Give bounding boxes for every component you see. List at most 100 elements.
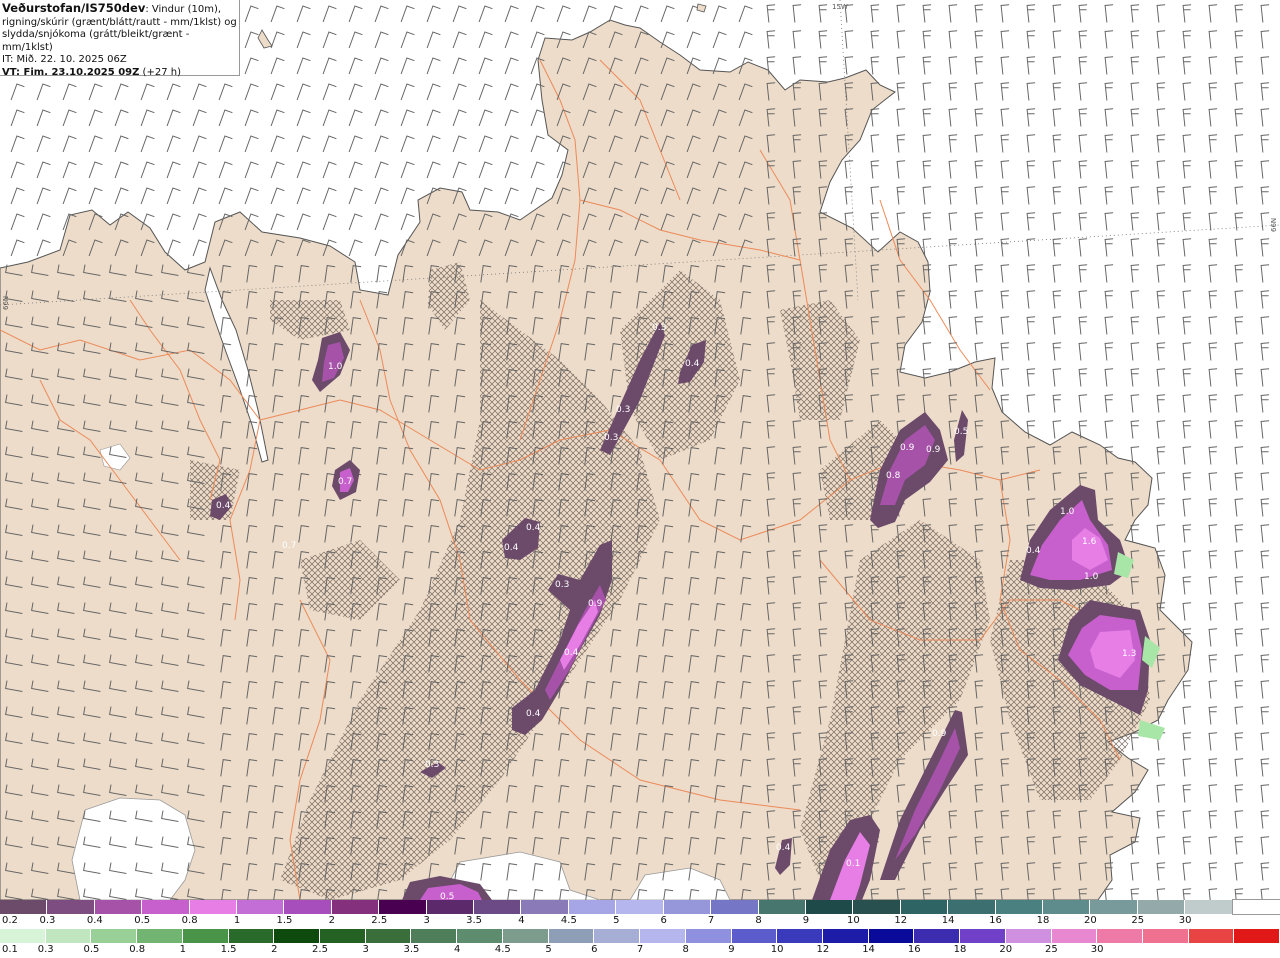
legend-label: 1 bbox=[233, 915, 241, 926]
legend-label: 4 bbox=[518, 915, 525, 926]
legend-swatch bbox=[640, 929, 686, 943]
legend-swatch bbox=[1137, 900, 1186, 914]
map-subtitle-line2: rigning/skúrir (grænt/blátt/rautt - mm/1… bbox=[2, 16, 237, 28]
precip-label: 0.5 bbox=[440, 892, 454, 900]
precip-label: 1.0 bbox=[328, 362, 343, 372]
legend-swatch bbox=[521, 900, 569, 914]
legend-swatch bbox=[711, 900, 759, 914]
legend-label: 3 bbox=[423, 915, 430, 926]
precip-label: 0.7 bbox=[282, 541, 296, 551]
glacier-southwest bbox=[71, 797, 196, 900]
precip-label: 0.1 bbox=[846, 859, 860, 869]
legend-label: 2 bbox=[328, 915, 336, 926]
legend-label: 25 bbox=[1045, 944, 1058, 955]
legend-swatch bbox=[331, 900, 380, 914]
legend-swatch bbox=[0, 929, 46, 943]
precip-label: 0.3 bbox=[652, 323, 666, 333]
legend-label: 16 bbox=[907, 944, 921, 955]
legend-swatch bbox=[777, 929, 823, 943]
legend-swatch bbox=[94, 900, 143, 914]
legend-swatch bbox=[1188, 929, 1235, 943]
legend-swatch bbox=[474, 900, 522, 914]
precip-label: 0.5 bbox=[954, 427, 968, 437]
precip-label: 1.0 bbox=[1060, 507, 1075, 517]
legend-swatch bbox=[948, 900, 996, 914]
legend-labels: 0.1 0.3 0.5 0.8 1 1.5 2 2.5 3 3.5 4 4.5 5 6 7 8 9 10 12 14 1… bbox=[0, 943, 1280, 957]
legend-swatch bbox=[189, 900, 238, 914]
legend-label: 0.8 bbox=[129, 944, 146, 955]
legend-label: 7 bbox=[707, 915, 715, 926]
legend-swatch bbox=[1042, 900, 1091, 914]
legend-label: 4.5 bbox=[560, 915, 577, 926]
legend-swatches bbox=[0, 929, 1280, 943]
legend-label: 9 bbox=[802, 915, 810, 926]
legend-label: 0.8 bbox=[181, 915, 198, 926]
legend-label: 9 bbox=[728, 944, 735, 955]
valid-time: VT: Fim. 23.10.2025 09Z bbox=[2, 66, 140, 78]
legend-swatch bbox=[995, 900, 1043, 914]
legend-label: 0.5 bbox=[134, 915, 151, 926]
legend-swatch bbox=[1234, 929, 1280, 943]
legend-swatch bbox=[1097, 929, 1143, 943]
legend-label: 5 bbox=[545, 944, 552, 955]
legend-label: 4 bbox=[453, 944, 461, 955]
legend-label: 5 bbox=[613, 915, 620, 926]
legend-label: 2.5 bbox=[371, 915, 388, 926]
lat-label-right: 66N bbox=[1270, 218, 1278, 232]
precip-label: 0.7 bbox=[338, 477, 352, 487]
legend-swatch bbox=[1051, 929, 1098, 943]
precip-label: 0.4 bbox=[776, 843, 791, 853]
legend-labels: 0.2 0.3 0.4 0.5 0.8 1 1.5 2 2.5 3 3.5 4 4.5 5 6 7 8 9 10 12… bbox=[0, 914, 1280, 928]
legend-swatch bbox=[228, 929, 275, 943]
legend-swatch bbox=[237, 900, 285, 914]
legend-label: 10 bbox=[770, 944, 784, 955]
precip-label: 0.3 bbox=[604, 433, 618, 443]
legend-label: 18 bbox=[1036, 915, 1050, 926]
legend-label: 0.4 bbox=[86, 915, 103, 926]
precip-label: 0.9 bbox=[932, 729, 947, 739]
precip-label: 1.0 bbox=[1084, 572, 1099, 582]
precip-label: 0.9 bbox=[926, 445, 941, 455]
legend-label: 30 bbox=[1178, 915, 1192, 926]
legend-swatch bbox=[1142, 929, 1189, 943]
precip-label: 0.3 bbox=[425, 760, 439, 770]
legend-label: 20 bbox=[999, 944, 1013, 955]
map-subtitle-line3: slydda/snjókoma (grátt/bleikt/grænt - mm… bbox=[2, 29, 190, 53]
legend-swatch bbox=[960, 929, 1006, 943]
legend-label: 12 bbox=[894, 915, 908, 926]
legend-label: 14 bbox=[862, 944, 875, 955]
legend-label: 1.5 bbox=[276, 915, 293, 926]
legend-swatch bbox=[1185, 900, 1233, 914]
legend-label: 18 bbox=[953, 944, 967, 955]
legend-swatch bbox=[853, 900, 901, 914]
precip-label: 0.4 bbox=[504, 543, 519, 553]
precip-label: 0.4 bbox=[526, 523, 541, 533]
legend-swatch bbox=[91, 929, 138, 943]
legend-swatch bbox=[594, 929, 641, 943]
precip-label: 0.9 bbox=[588, 599, 603, 609]
legend-label: 6 bbox=[591, 944, 598, 955]
legend-label: 2 bbox=[271, 944, 278, 955]
legend-label: 3 bbox=[362, 944, 369, 955]
legend-label: 0.3 bbox=[37, 944, 54, 955]
legend-swatch bbox=[685, 929, 732, 943]
legend-label: 0.1 bbox=[2, 944, 18, 955]
legend-swatch bbox=[411, 929, 458, 943]
legend-swatch bbox=[182, 929, 229, 943]
legend-label: 3.5 bbox=[403, 944, 420, 955]
legend-label: 14 bbox=[941, 915, 955, 926]
map-title: Veðurstofan/IS750dev bbox=[2, 1, 146, 15]
legend-swatches bbox=[0, 899, 1280, 915]
legend-swatch bbox=[45, 929, 92, 943]
legend-label: 1.5 bbox=[220, 944, 237, 955]
precip-label: 0.4 bbox=[564, 648, 579, 658]
legend-swatch bbox=[914, 929, 961, 943]
legend-swatch bbox=[274, 929, 321, 943]
legend-swatch bbox=[568, 900, 617, 914]
legend-rain-snow-mixed: 0.2 0.3 0.4 0.5 0.8 1 1.5 2 2.5 3 3.5 4 4.5 5 6 7 8 9 10 12… bbox=[0, 899, 1280, 929]
legend-label: 8 bbox=[682, 944, 689, 955]
forecast-hour: (+27 h) bbox=[139, 66, 181, 78]
precip-label: 0.9 bbox=[900, 443, 915, 453]
legend-label: 8 bbox=[755, 915, 762, 926]
legend-label: 10 bbox=[846, 915, 860, 926]
